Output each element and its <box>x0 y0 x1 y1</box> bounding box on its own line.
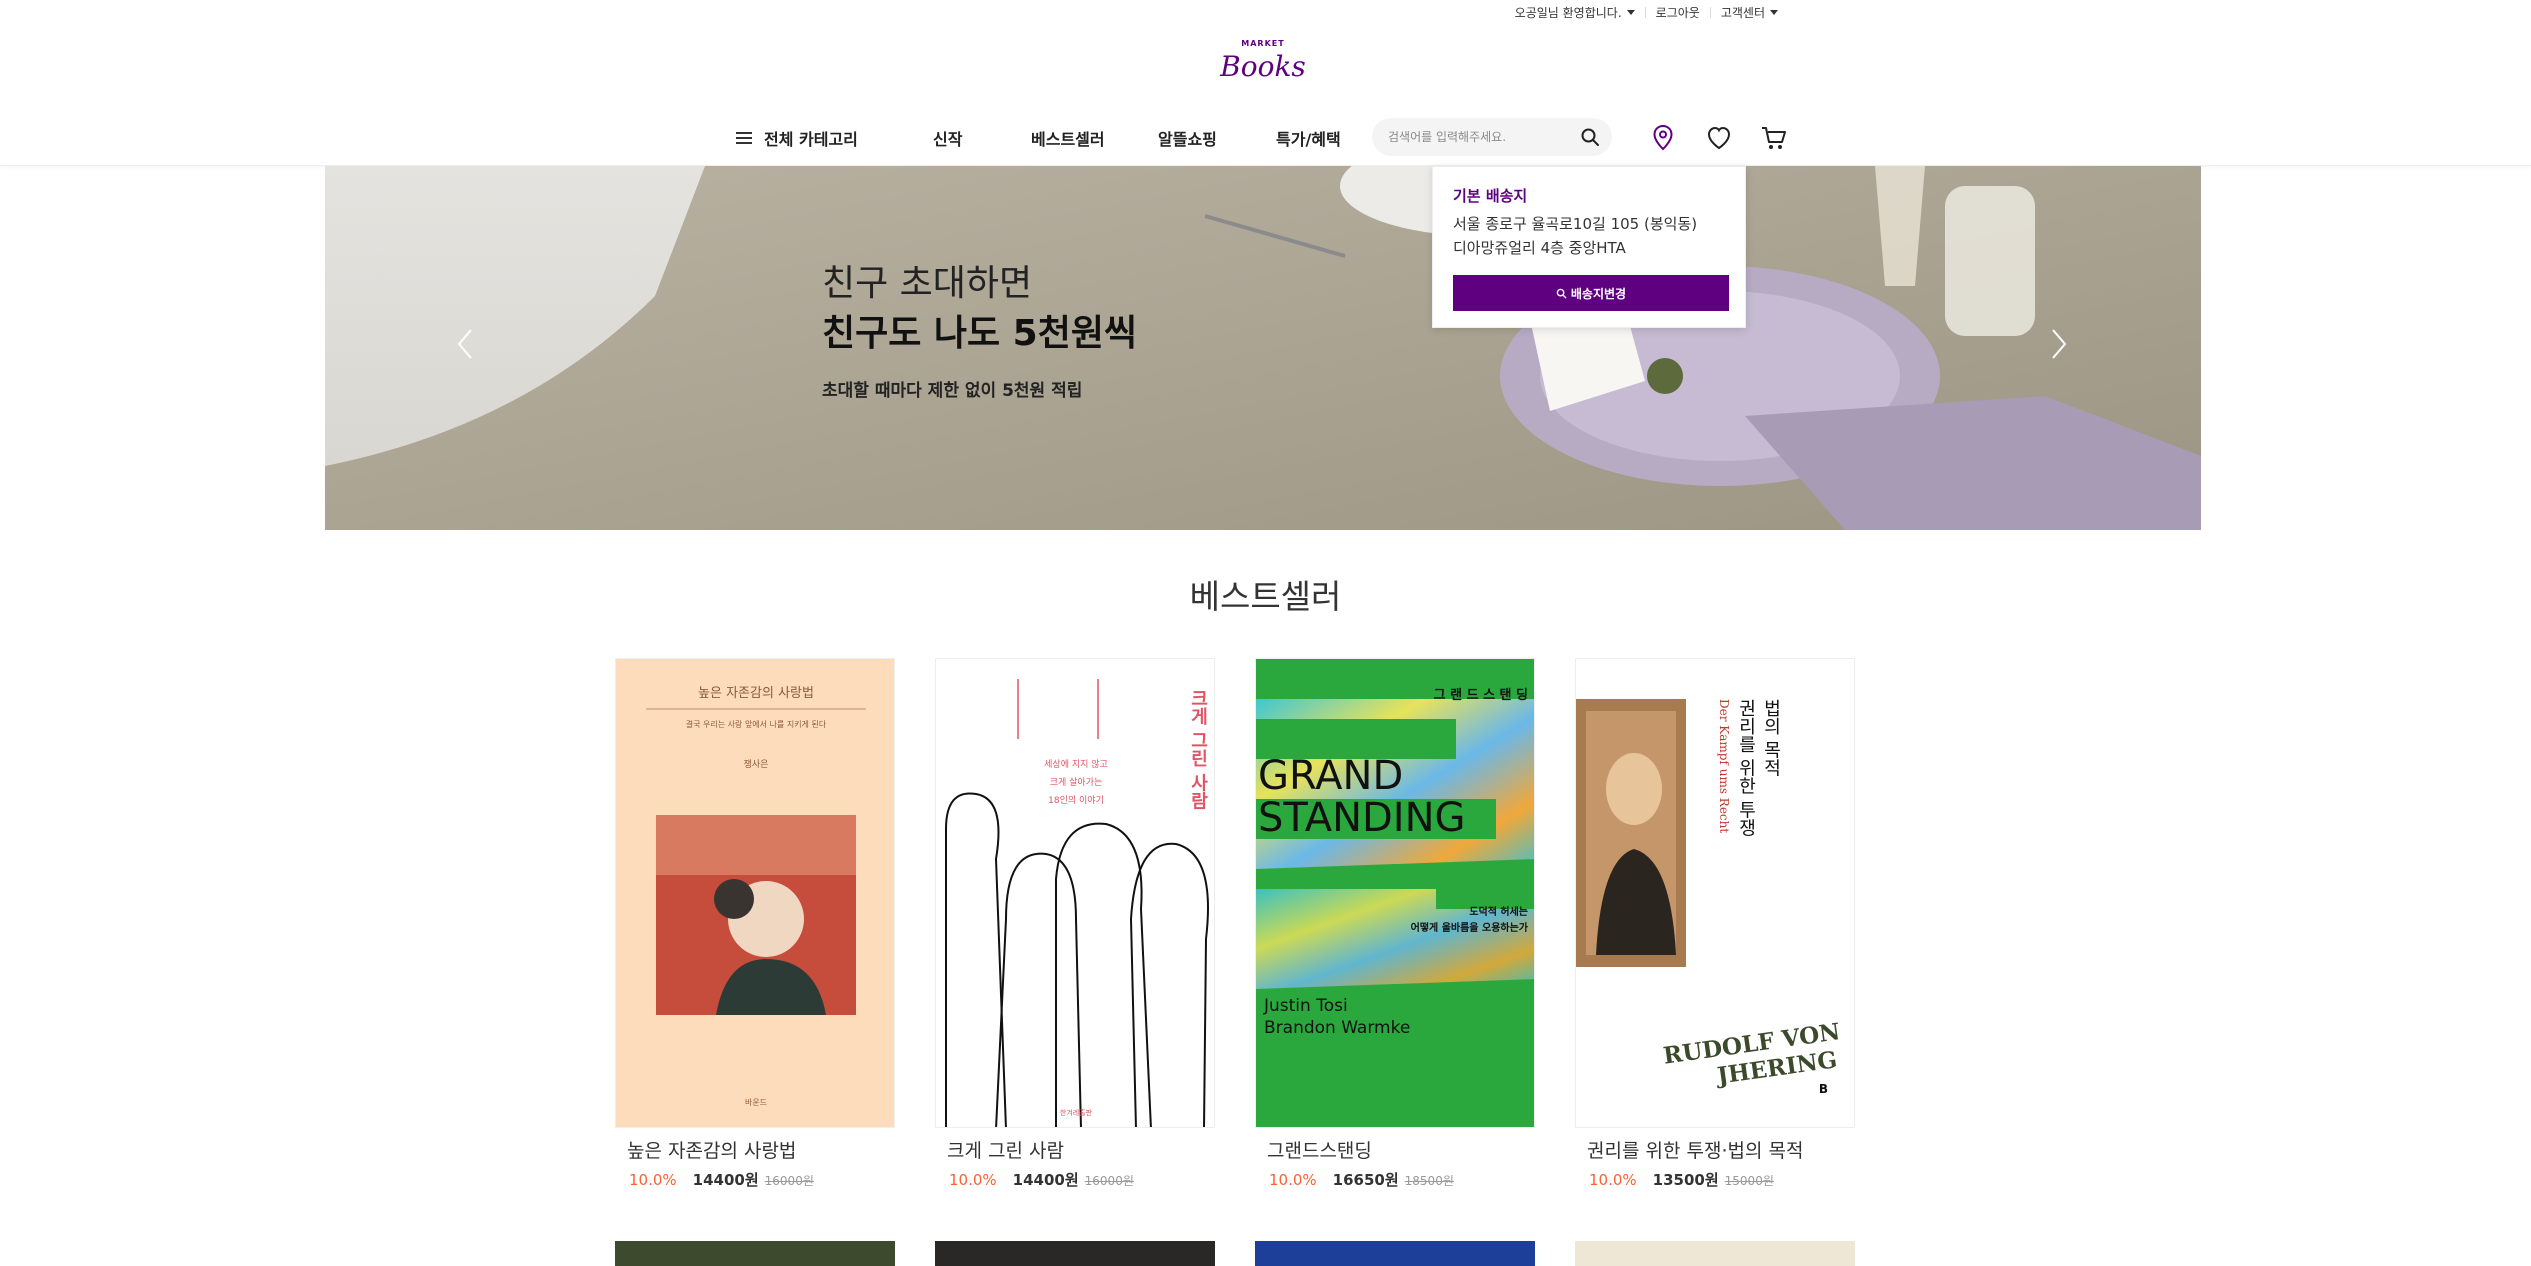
location-pin-icon[interactable] <box>1647 122 1679 154</box>
cover-publisher: B <box>1819 1082 1828 1096</box>
original-price: 15000원 <box>1724 1174 1774 1188</box>
cover-art: 크게 그린 사람 세상에 지지 않고 크게 살아가는 18인의 이야기 한겨레출… <box>945 679 1209 1127</box>
search-icon[interactable] <box>1580 127 1600 147</box>
cover-subtitle-3: 18인의 이야기 <box>1048 795 1104 806</box>
cover-author: 쟁사은 <box>744 759 769 770</box>
change-address-button[interactable]: 배송지변경 <box>1453 275 1729 311</box>
logo-top-text: MARKET <box>1241 39 1284 48</box>
hamburger-icon <box>736 131 752 145</box>
book-card[interactable]: 크게 그린 사람 세상에 지지 않고 크게 살아가는 18인의 이야기 한겨레출… <box>935 658 1215 1190</box>
chevron-down-icon <box>1626 9 1635 15</box>
book-card[interactable]: 법의 목적 권리를 위한 투쟁 Der Kampf ums Recht RUDO… <box>1575 658 1855 1190</box>
book-cover-image[interactable] <box>615 1241 895 1266</box>
book-cover-image[interactable]: 크게 그린 사람 세상에 지지 않고 크게 살아가는 18인의 이야기 한겨레출… <box>935 658 1215 1128</box>
banner-headline-2: 친구도 나도 5천원씩 <box>822 313 1138 354</box>
customer-center-menu[interactable]: 고객센터 <box>1721 4 1778 21</box>
cover-subtitle-1: 세상에 지지 않고 <box>1044 759 1108 770</box>
sale-price: 13500원 <box>1652 1171 1719 1189</box>
search-icon <box>1556 288 1567 299</box>
book-title[interactable]: 그랜드스탠딩 <box>1255 1136 1535 1163</box>
bestseller-section-title: 베스트셀러 <box>1189 577 1342 616</box>
banner-next-arrow-icon[interactable] <box>2047 326 2071 362</box>
book-cover-image[interactable]: 법의 목적 권리를 위한 투쟁 Der Kampf ums Recht RUDO… <box>1575 658 1855 1128</box>
banner-headline-1: 친구 초대하면 <box>822 263 1033 304</box>
cover-art: 법의 목적 권리를 위한 투쟁 Der Kampf ums Recht RUDO… <box>1576 699 1842 1096</box>
book-title[interactable]: 높은 자존감의 사랑법 <box>615 1136 895 1163</box>
cover-subtitle-1: 도덕적 허세는 <box>1469 905 1528 918</box>
nav-item-special[interactable]: 특가/혜택 <box>1276 126 1341 150</box>
address-line-2: 디아망쥬얼리 4층 중앙HTA <box>1453 239 1626 257</box>
main-nav: 전체 카테고리 신작 베스트셀러 알뜰쇼핑 특가/혜택 <box>0 116 2531 166</box>
cover-english-title-1: GRAND <box>1258 753 1403 799</box>
banner-background-image <box>325 166 2201 530</box>
sale-price: 14400원 <box>692 1171 759 1189</box>
divider <box>1709 6 1711 18</box>
nav-item-thrift[interactable]: 알뜰쇼핑 <box>1158 126 1217 150</box>
book-cover-image[interactable] <box>1575 1241 1855 1266</box>
cover-german-title: Der Kampf ums Recht <box>1717 699 1731 833</box>
utility-bar: 오공일님 환영합니다. 로그아웃 고객센터 <box>1515 0 1778 24</box>
cart-icon[interactable] <box>1758 122 1790 154</box>
logo[interactable]: MARKET Books <box>1216 36 1310 84</box>
book-price: 10.0% 16650원 18500원 <box>1255 1169 1535 1190</box>
address-line-1: 서울 종로구 율곡로10길 105 (봉익동) <box>1453 215 1698 233</box>
logo-main-text: Books <box>1219 50 1306 83</box>
sale-price: 14400원 <box>1012 1171 1079 1189</box>
book-cover-image[interactable] <box>1255 1241 1535 1266</box>
customer-center-text: 고객센터 <box>1720 5 1765 20</box>
heart-icon[interactable] <box>1703 122 1735 154</box>
hero-banner[interactable]: 친구 초대하면 친구도 나도 5천원씩 초대할 때마다 제한 없이 5천원 적립 <box>325 166 2201 530</box>
cover-art: 그 랜 드 스 탠 딩 GRAND STANDING 도덕적 허세는 어떻게 올… <box>1256 687 1534 1127</box>
book-price: 10.0% 13500원 15000원 <box>1575 1169 1855 1190</box>
cover-vertical-title: 크게 그린 사람 <box>1188 689 1209 810</box>
discount-rate: 10.0% <box>1269 1171 1317 1189</box>
cover-publisher: 한겨레출판 <box>1060 1108 1093 1117</box>
book-card[interactable]: 높은 자존감의 사랑법 결국 우리는 사랑 앞에서 나를 지키게 된다 쟁사은 … <box>615 658 895 1190</box>
popup-title: 기본 배송지 <box>1453 187 1528 205</box>
book-title[interactable]: 크게 그린 사람 <box>935 1136 1215 1163</box>
nav-item-bestseller[interactable]: 베스트셀러 <box>1031 126 1105 150</box>
change-address-label: 배송지변경 <box>1570 286 1627 301</box>
cover-subtitle-2: 크게 살아가는 <box>1050 777 1103 788</box>
original-price: 16000원 <box>764 1174 814 1188</box>
discount-rate: 10.0% <box>949 1171 997 1189</box>
discount-rate: 10.0% <box>629 1171 677 1189</box>
cover-author-1: Justin Tosi <box>1263 996 1348 1016</box>
book-card[interactable]: 그 랜 드 스 탠 딩 GRAND STANDING 도덕적 허세는 어떻게 올… <box>1255 658 1535 1190</box>
nav-item-new[interactable]: 신작 <box>933 126 962 150</box>
original-price: 18500원 <box>1404 1174 1454 1188</box>
cover-korean-title: 그 랜 드 스 탠 딩 <box>1434 687 1528 703</box>
divider <box>1644 6 1646 18</box>
banner-subtext: 초대할 때마다 제한 없이 5천원 적립 <box>822 381 1083 401</box>
chevron-down-icon <box>1770 9 1778 15</box>
book-price: 10.0% 14400원 16000원 <box>615 1169 895 1190</box>
banner-prev-arrow-icon[interactable] <box>453 326 477 362</box>
logout-link[interactable]: 로그아웃 <box>1656 4 1700 21</box>
cover-vertical-title-1: 법의 목적 <box>1761 699 1782 777</box>
all-categories-button[interactable]: 전체 카테고리 <box>736 126 858 150</box>
all-categories-label: 전체 카테고리 <box>764 130 858 149</box>
book-price: 10.0% 14400원 16000원 <box>935 1169 1215 1190</box>
book-title[interactable]: 권리를 위한 투쟁·법의 목적 <box>1575 1136 1855 1163</box>
cover-english-title-2: STANDING <box>1258 795 1466 841</box>
search-bar <box>1372 118 1612 156</box>
book-cover-image[interactable] <box>935 1241 1215 1266</box>
original-price: 16000원 <box>1084 1174 1134 1188</box>
search-input[interactable] <box>1372 118 1562 156</box>
cover-author-2: Brandon Warmke <box>1264 1018 1410 1038</box>
welcome-menu[interactable]: 오공일님 환영합니다. <box>1515 4 1635 21</box>
cover-title: 높은 자존감의 사랑법 <box>698 686 814 701</box>
book-cover-image[interactable]: 높은 자존감의 사랑법 결국 우리는 사랑 앞에서 나를 지키게 된다 쟁사은 … <box>615 658 895 1128</box>
cover-vertical-title-2: 권리를 위한 투쟁 <box>1736 699 1757 837</box>
delivery-address-popup: 기본 배송지 서울 종로구 율곡로10길 105 (봉익동) 디아망쥬얼리 4층… <box>1432 166 1746 328</box>
cover-subtitle: 결국 우리는 사랑 앞에서 나를 지키게 된다 <box>686 719 827 729</box>
book-cover-image[interactable]: 그 랜 드 스 탠 딩 GRAND STANDING 도덕적 허세는 어떻게 올… <box>1255 658 1535 1128</box>
discount-rate: 10.0% <box>1589 1171 1637 1189</box>
welcome-text: 오공일님 환영합니다. <box>1514 5 1622 20</box>
cover-publisher: 바운드 <box>745 1097 767 1107</box>
cover-art: 높은 자존감의 사랑법 결국 우리는 사랑 앞에서 나를 지키게 된다 쟁사은 … <box>646 686 866 1107</box>
sale-price: 16650원 <box>1332 1171 1399 1189</box>
cover-subtitle-2: 어떻게 올바름을 오용하는가 <box>1411 921 1529 934</box>
